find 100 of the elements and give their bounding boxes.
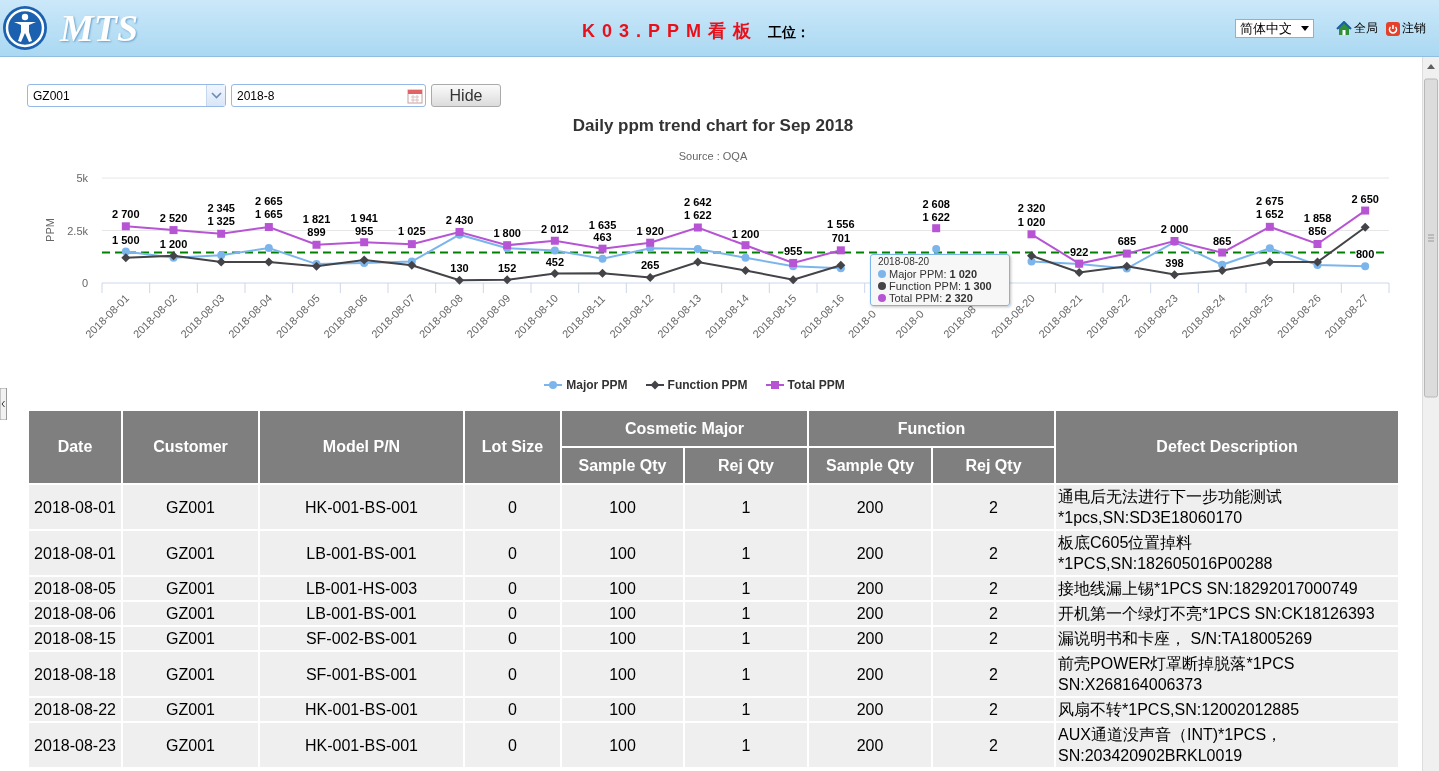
page-title: K03.PPM看板 (582, 20, 759, 43)
data-point (217, 251, 226, 260)
table-cell: LB-001-BS-001 (259, 530, 464, 576)
home-link[interactable]: 全局 (1336, 20, 1378, 37)
table-cell: 1 (684, 697, 808, 722)
column-header: Rej Qty (684, 447, 808, 484)
table-cell: 2018-08-06 (28, 601, 122, 626)
data-point (121, 222, 130, 231)
table-cell: 100 (561, 530, 684, 576)
table-cell: 板底C605位置掉料*1PCS,SN:182605016P00288 (1055, 530, 1399, 576)
data-label: 955 (784, 244, 803, 257)
data-point (1075, 259, 1084, 268)
data-point (360, 238, 369, 247)
table-cell: 1 (684, 484, 808, 530)
data-point (693, 257, 703, 267)
data-point (1217, 265, 1227, 275)
table-cell: HK-001-BS-001 (259, 697, 464, 722)
data-point (455, 275, 464, 285)
legend-item[interactable]: Total PPM (765, 378, 845, 392)
calendar-icon[interactable] (407, 87, 423, 104)
house-icon (1336, 21, 1352, 36)
data-label: 1 920 (636, 224, 664, 237)
data-label: 865 (1213, 234, 1232, 247)
y-tick-label: 5k (76, 172, 88, 184)
table-cell: 2 (932, 651, 1056, 697)
table-cell: 0 (464, 576, 561, 601)
table-cell: 200 (808, 530, 932, 576)
data-label: 1 500 (112, 233, 140, 246)
column-header: Date (28, 410, 122, 484)
table-cell: 2018-08-22 (28, 697, 122, 722)
data-point (788, 275, 798, 285)
data-label: 1 556 (827, 218, 855, 231)
data-point (1313, 257, 1322, 267)
logout-link[interactable]: 注销 (1386, 20, 1426, 37)
data-label: 1 665 (255, 208, 283, 221)
legend-label: Major PPM (566, 378, 628, 392)
data-label: 1 858 (1303, 212, 1332, 224)
legend-item[interactable]: Major PPM (544, 378, 628, 392)
data-label: 856 (1308, 225, 1327, 237)
y-tick-label: 2.5k (67, 224, 88, 237)
table-cell: LB-001-HS-003 (259, 576, 464, 601)
app-name: MTS (60, 6, 139, 50)
legend-item[interactable]: Function PPM (645, 378, 748, 392)
y-tick-label: 0 (81, 277, 88, 289)
language-select[interactable]: 简体中文 (1235, 19, 1314, 38)
data-point (1027, 230, 1036, 239)
data-label: 452 (545, 255, 564, 268)
customer-select[interactable]: GZ001 (27, 84, 226, 107)
column-header: Rej Qty (932, 447, 1056, 484)
table-cell: 100 (561, 601, 684, 626)
table-cell: HK-001-BS-001 (259, 722, 464, 768)
tooltip-line: Total PPM: 2 320 (889, 292, 973, 304)
month-field[interactable]: 2018-8 (231, 84, 426, 107)
table-cell: GZ001 (122, 576, 259, 601)
data-label: 1 622 (922, 210, 950, 223)
table-cell: 200 (808, 626, 932, 651)
data-point (646, 238, 655, 247)
table-cell: 100 (561, 697, 684, 722)
table-cell: 1 (684, 651, 808, 697)
data-point (1361, 262, 1370, 271)
data-label: 2 520 (159, 212, 188, 225)
data-point (169, 226, 178, 235)
data-label: 265 (641, 259, 660, 272)
column-header: Cosmetic Major (561, 410, 808, 447)
table-cell: GZ001 (122, 722, 259, 768)
table-cell: 2 (932, 484, 1056, 530)
table-cell: 1 (684, 530, 808, 576)
data-label: 2 700 (112, 208, 140, 221)
data-label: 130 (450, 262, 469, 275)
table-cell: 1 (684, 576, 808, 601)
data-point (1074, 268, 1084, 277)
tooltip-title: 2018-08-20 (878, 256, 931, 268)
data-label: 2 000 (1160, 223, 1189, 235)
data-point (121, 247, 130, 256)
legend-label: Total PPM (787, 378, 845, 392)
data-point (1027, 251, 1036, 261)
table-cell: 2 (932, 722, 1056, 768)
table-cell: 风扇不转*1PCS,SN:12002012885 (1055, 697, 1399, 722)
table-cell: HK-001-BS-001 (259, 484, 464, 530)
data-label: 1 635 (588, 218, 617, 231)
data-label: 2 675 (1256, 194, 1284, 207)
data-point (455, 227, 464, 236)
table-cell: 1 (684, 722, 808, 768)
table-cell: 0 (464, 626, 561, 651)
logo-icon (2, 5, 48, 51)
table-cell: 2 (932, 530, 1056, 576)
data-label: 2 642 (684, 195, 712, 208)
data-point (836, 246, 845, 255)
table-cell: 200 (808, 722, 932, 768)
data-point (693, 244, 702, 253)
collapse-handle[interactable] (0, 388, 7, 420)
data-point (407, 260, 417, 270)
caret-icon (1301, 26, 1309, 31)
column-header: Function (808, 410, 1056, 447)
column-header: Sample Qty (808, 447, 932, 484)
hide-button[interactable]: Hide (431, 84, 501, 107)
table-cell: 0 (464, 484, 561, 530)
legend-label: Function PPM (667, 378, 748, 392)
data-point (741, 253, 750, 262)
data-point (264, 257, 274, 267)
